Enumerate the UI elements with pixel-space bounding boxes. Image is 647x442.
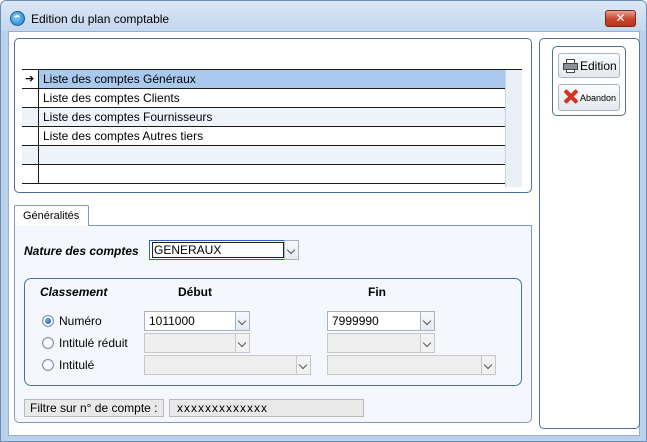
edition-button[interactable]: Edition (558, 53, 620, 78)
chevron-down-icon[interactable] (481, 355, 496, 375)
abandon-button-label: Abandon (580, 93, 617, 103)
row-indicator: ➔ (22, 70, 39, 88)
nature-label: Nature des comptes (24, 244, 139, 258)
numero-fin-select[interactable]: 7999990 (327, 311, 435, 331)
chevron-down-icon[interactable] (235, 311, 250, 331)
filter-label: Filtre sur n° de compte : (24, 399, 164, 417)
row-indicator (22, 146, 39, 164)
list-item-label: Liste des comptes Fournisseurs (43, 110, 213, 124)
filter-value-field: xxxxxxxxxxxxx (169, 399, 364, 417)
chevron-down-icon[interactable] (296, 355, 311, 375)
numero-fin-value: 7999990 (332, 314, 379, 328)
list-item[interactable]: Liste des comptes Fournisseurs (22, 108, 505, 127)
list-item[interactable]: ➔ Liste des comptes Généraux (22, 70, 505, 89)
app-icon (10, 11, 25, 26)
chevron-down-icon[interactable] (235, 333, 250, 353)
fin-header: Fin (368, 285, 386, 299)
numero-debut-select[interactable]: 1011000 (144, 311, 250, 331)
tab-label: Généralités (23, 210, 80, 222)
row-indicator (22, 89, 39, 107)
nature-select-value: GENERAUX (154, 243, 222, 257)
printer-icon (563, 59, 578, 73)
list-item[interactable] (22, 146, 505, 165)
list-item-label: Liste des comptes Autres tiers (43, 129, 204, 143)
nature-select[interactable]: GENERAUX (149, 240, 299, 260)
title-bar[interactable]: Edition du plan comptable ✕ (1, 1, 646, 31)
numero-debut-value: 1011000 (149, 314, 195, 328)
red-x-icon (563, 89, 578, 104)
grid-vertical-scrollbar[interactable] (505, 70, 522, 187)
window-title: Edition du plan comptable (31, 12, 170, 26)
dialog-window: Edition du plan comptable ✕ ➔ Liste des … (0, 0, 647, 442)
intitule-debut-select[interactable] (144, 355, 311, 375)
radio-intitule-label: Intitulé (59, 358, 95, 372)
row-indicator (22, 108, 39, 126)
list-item-label: Liste des comptes Généraux (43, 72, 196, 86)
list-item[interactable] (22, 165, 505, 184)
chevron-down-icon[interactable] (420, 311, 435, 331)
edition-button-label: Edition (580, 59, 617, 73)
radio-intitule-reduit-label: Intitulé réduit (59, 336, 128, 350)
abandon-button[interactable]: Abandon (558, 84, 620, 111)
chevron-down-icon[interactable] (284, 240, 299, 260)
close-button[interactable]: ✕ (605, 10, 636, 27)
radio-intitule[interactable] (42, 359, 54, 371)
tab-generalites[interactable]: Généralités (14, 205, 89, 226)
debut-header: Début (178, 285, 212, 299)
chevron-down-icon[interactable] (420, 333, 435, 353)
row-indicator (22, 165, 39, 183)
list-item[interactable]: Liste des comptes Autres tiers (22, 127, 505, 146)
radio-intitule-reduit[interactable] (42, 337, 54, 349)
intitule-fin-select[interactable] (327, 355, 496, 375)
classement-title: Classement (40, 285, 108, 299)
row-indicator (22, 127, 39, 145)
radio-numero-label: Numéro (59, 314, 102, 328)
account-list-grid[interactable]: ➔ Liste des comptes Généraux Liste des c… (22, 69, 522, 187)
current-row-arrow-icon: ➔ (25, 73, 35, 85)
intitule-reduit-debut-select[interactable] (144, 333, 250, 353)
radio-numero[interactable] (42, 315, 54, 327)
list-item-label: Liste des comptes Clients (43, 91, 180, 105)
list-item[interactable]: Liste des comptes Clients (22, 89, 505, 108)
intitule-reduit-fin-select[interactable] (327, 333, 435, 353)
